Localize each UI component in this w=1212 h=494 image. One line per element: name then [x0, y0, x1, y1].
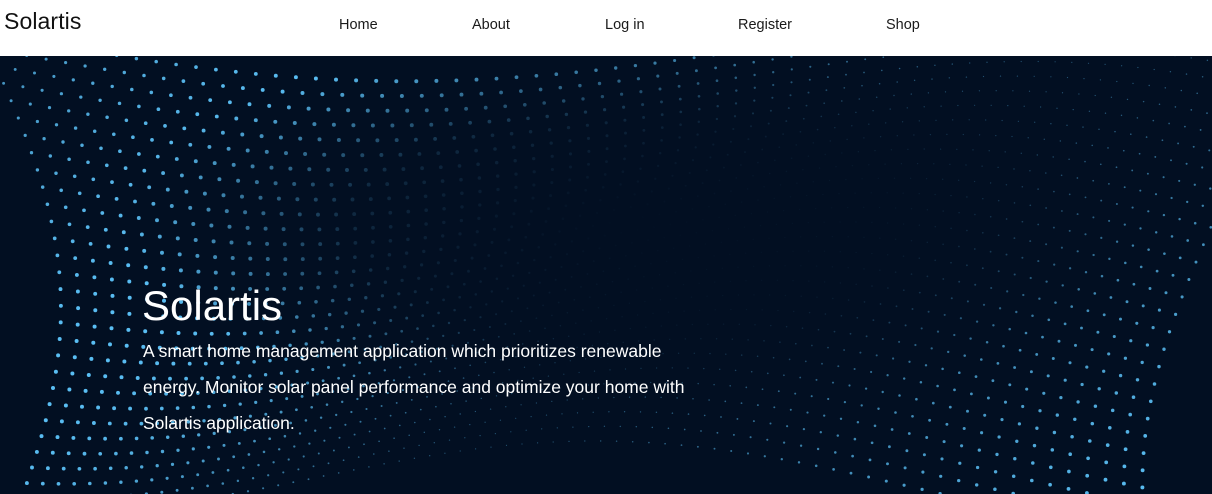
top-navbar: Solartis Home About Log in Register Shop: [0, 0, 1212, 56]
hero-title: Solartis: [142, 282, 283, 329]
nav-link-home[interactable]: Home: [339, 17, 378, 33]
nav-link-login[interactable]: Log in: [605, 17, 645, 33]
brand-logo-text[interactable]: Solartis: [4, 8, 82, 35]
hero-section: Solartis A smart home management applica…: [0, 56, 1212, 494]
nav-link-register[interactable]: Register: [738, 17, 792, 33]
nav-link-shop[interactable]: Shop: [886, 17, 920, 33]
hero-description: A smart home management application whic…: [143, 341, 685, 433]
nav-link-about[interactable]: About: [472, 17, 510, 33]
